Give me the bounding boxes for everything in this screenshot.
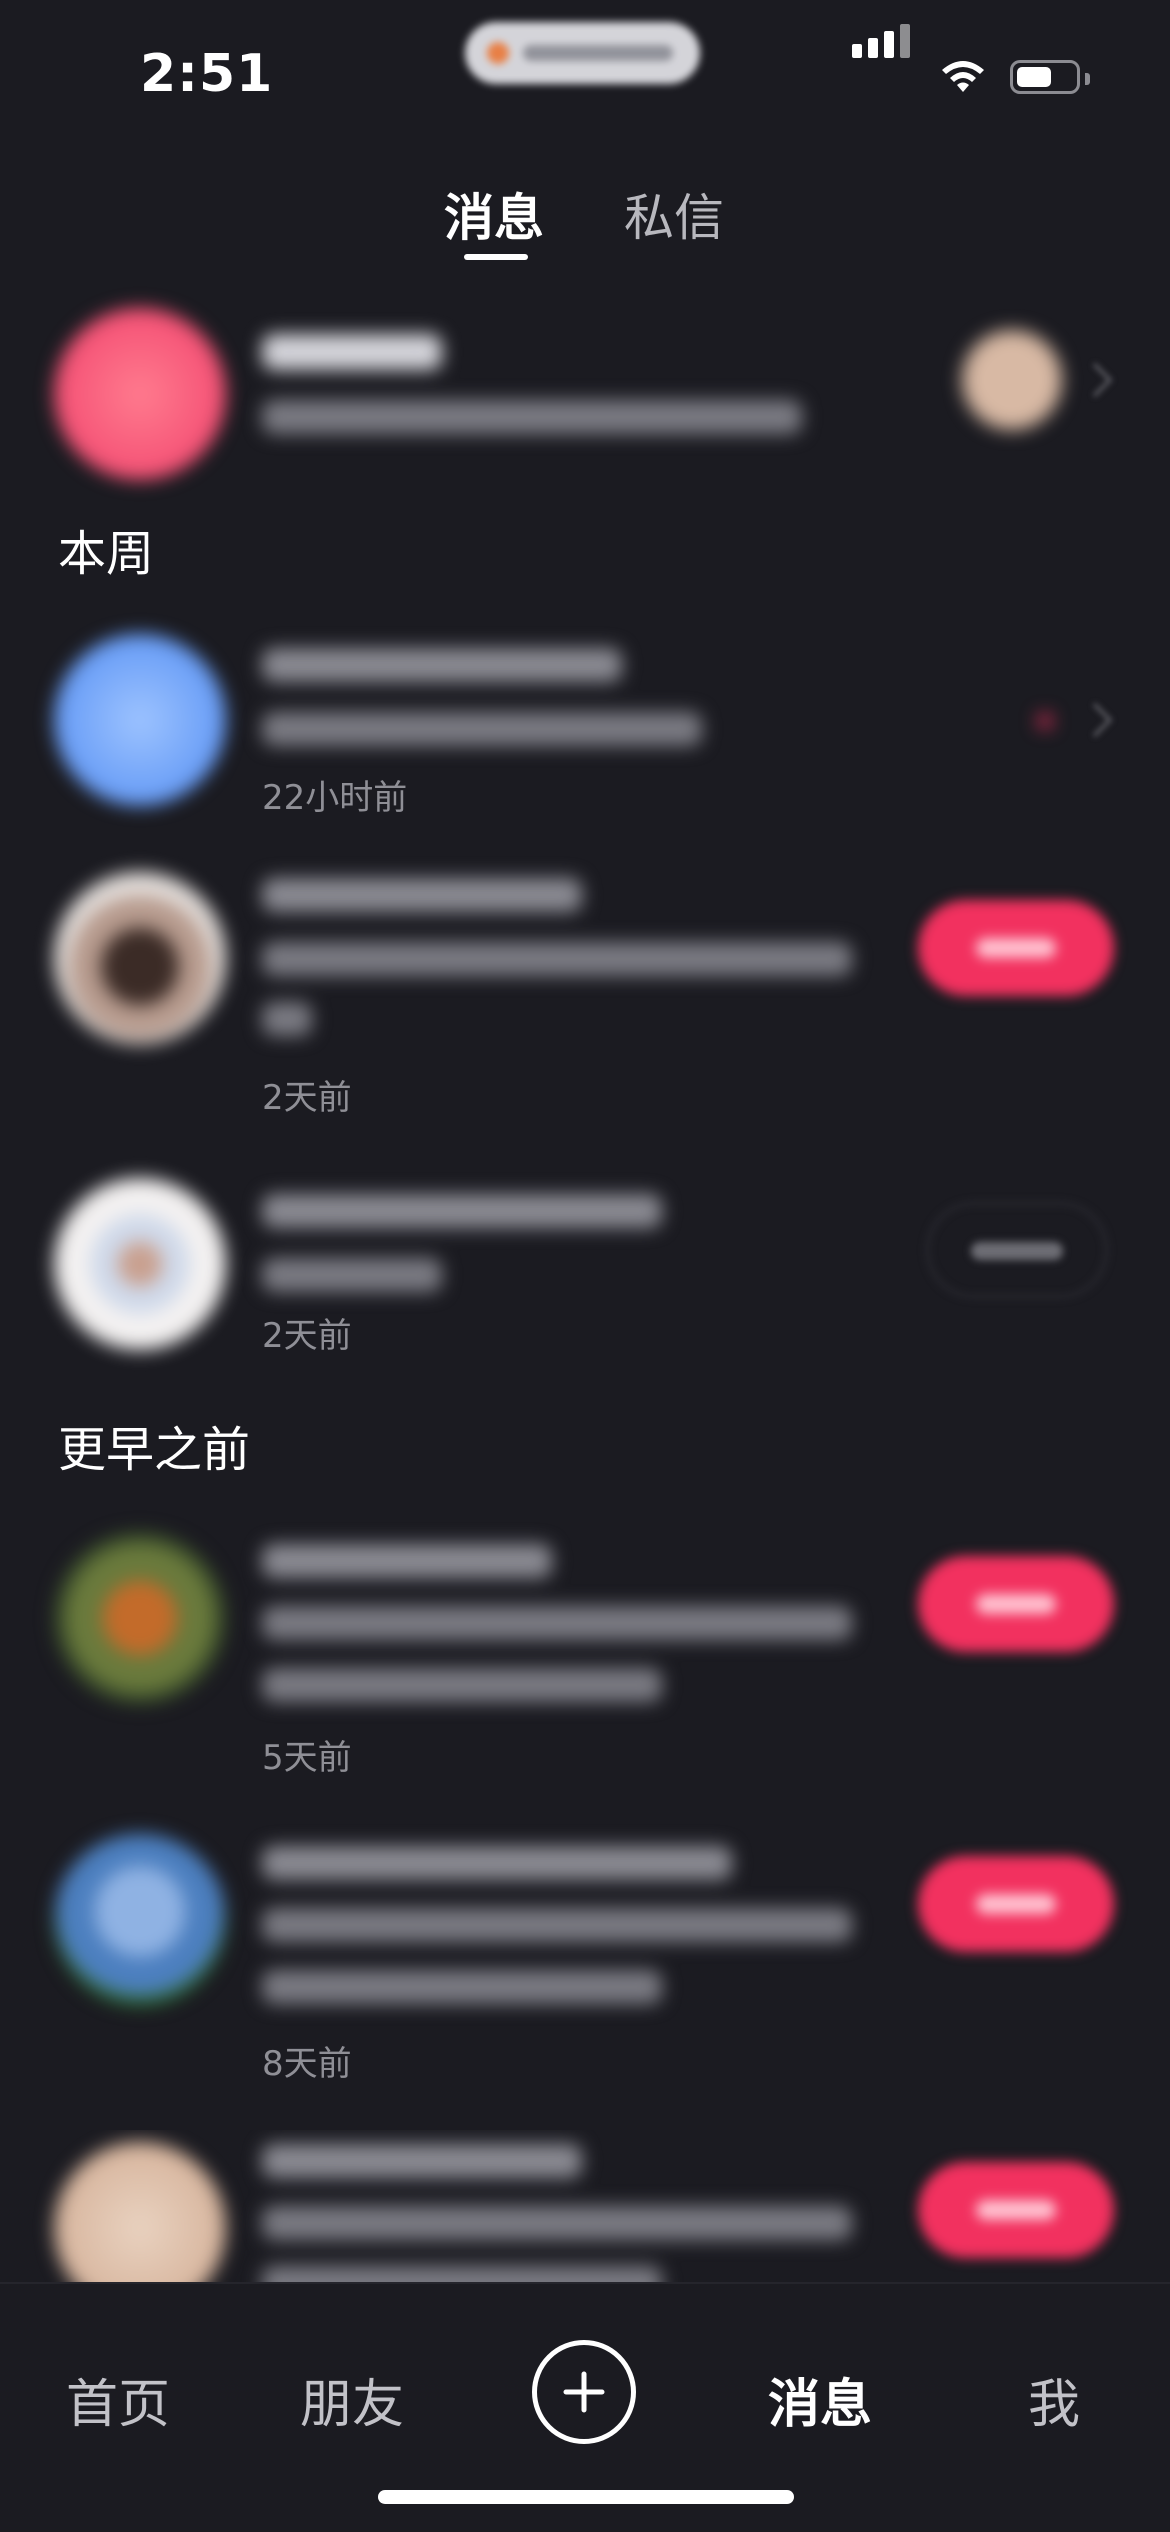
timestamp: 2天前 <box>262 1316 352 1356</box>
unread-dot <box>1038 714 1052 728</box>
list-item[interactable] <box>0 2130 1170 2282</box>
tab-direct-messages[interactable]: 私信 <box>624 178 724 250</box>
list-item[interactable]: 2天前 <box>0 870 1170 1120</box>
plus-icon <box>563 2371 605 2413</box>
chevron-right-icon <box>1092 702 1113 738</box>
timestamp: 22小时前 <box>262 778 408 818</box>
avatar <box>54 1178 226 1350</box>
section-title-this-week: 本周 <box>58 526 155 582</box>
battery-icon <box>1010 60 1090 94</box>
nav-home[interactable]: 首页 <box>66 2362 170 2437</box>
follow-back-button[interactable] <box>918 1856 1114 1952</box>
wifi-icon <box>942 61 984 92</box>
follow-back-button[interactable] <box>918 900 1114 996</box>
timestamp: 2天前 <box>262 1078 352 1118</box>
timestamp: 5天前 <box>262 1738 352 1778</box>
list-item[interactable]: 2天前 <box>0 1178 1170 1378</box>
list-item[interactable]: 22小时前 <box>0 630 1170 830</box>
thumbnail[interactable] <box>962 330 1062 430</box>
create-post-button[interactable] <box>532 2340 636 2444</box>
avatar <box>54 1532 226 1704</box>
follow-back-button[interactable] <box>918 1556 1114 1652</box>
chevron-right-icon <box>1092 362 1113 398</box>
nav-friends[interactable]: 朋友 <box>300 2362 404 2437</box>
follow-back-button[interactable] <box>918 2162 1114 2258</box>
timestamp: 8天前 <box>262 2044 352 2084</box>
message-button[interactable] <box>926 1202 1108 1298</box>
tab-messages[interactable]: 消息 <box>444 178 544 250</box>
avatar <box>54 2142 226 2282</box>
list-item[interactable] <box>0 300 1170 500</box>
avatar <box>54 308 226 480</box>
home-indicator <box>378 2490 794 2504</box>
avatar <box>54 634 226 806</box>
list-item[interactable]: 5天前 <box>0 1530 1170 1780</box>
section-title-earlier: 更早之前 <box>58 1422 251 1478</box>
tab-underline <box>464 254 528 260</box>
avatar <box>54 872 226 1044</box>
message-page: 2:51 消息 私信 本周 22小时前 2天前 2天前 更早之前 5天前 8天前… <box>0 0 1170 2532</box>
nav-me[interactable]: 我 <box>1028 2362 1080 2437</box>
top-tabs: 消息 私信 <box>0 170 1170 270</box>
list-item[interactable]: 8天前 <box>0 1830 1170 2084</box>
nav-messages[interactable]: 消息 <box>768 2362 872 2437</box>
avatar <box>54 1834 226 2006</box>
status-bar: 2:51 <box>0 0 1170 150</box>
dynamic-island[interactable] <box>465 22 700 84</box>
status-time: 2:51 <box>140 44 274 104</box>
